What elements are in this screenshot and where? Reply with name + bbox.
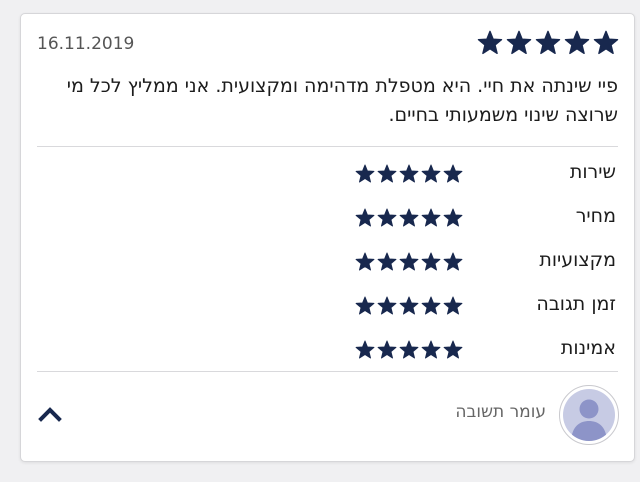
star-icon [355,208,375,228]
star-icon [506,30,532,56]
rating-label: זמן תגובה [536,293,616,315]
star-icon [421,252,441,272]
review-date: 16.11.2019 [37,34,135,54]
overall-rating-stars [477,30,619,56]
star-icon [399,164,419,184]
chevron-up-icon [35,402,65,428]
collapse-button[interactable] [35,402,65,428]
star-icon [443,340,463,360]
ratings-list: שירות מחיר מקצועיות זמן תגובה אמינות [37,152,618,372]
avatar-silhouette [563,389,615,441]
review-text: פיי שינתה את חיי. היא מטפלת מדהימה ומקצו… [66,75,618,126]
star-icon [377,340,397,360]
rating-label: שירות [569,161,616,183]
rating-stars [355,340,463,360]
rating-row: אמינות [37,328,618,372]
star-icon [421,296,441,316]
review-footer: עומר תשובה [21,372,634,460]
star-icon [593,30,619,56]
divider [37,146,618,147]
star-icon [355,252,375,272]
star-icon [421,164,441,184]
rating-stars [355,208,463,228]
rating-stars [355,164,463,184]
star-icon [421,340,441,360]
reply-label[interactable]: עומר תשובה [455,402,546,422]
star-icon [443,252,463,272]
rating-stars [355,252,463,272]
star-icon [443,296,463,316]
rating-row: מקצועיות [37,240,618,284]
rating-row: זמן תגובה [37,284,618,328]
star-icon [443,164,463,184]
rating-label: מחיר [575,205,616,227]
star-icon [399,340,419,360]
rating-row: שירות [37,152,618,196]
star-icon [477,30,503,56]
star-icon [399,252,419,272]
rating-stars [355,296,463,316]
star-icon [377,208,397,228]
star-icon [377,164,397,184]
user-avatar-icon [559,385,619,445]
rating-row: מחיר [37,196,618,240]
star-icon [535,30,561,56]
star-icon [399,296,419,316]
star-icon [355,296,375,316]
star-icon [355,340,375,360]
star-icon [377,252,397,272]
star-icon [399,208,419,228]
review-card: 16.11.2019 פיי שינתה את חיי. היא מטפלת מ… [20,13,635,462]
star-icon [355,164,375,184]
star-icon [377,296,397,316]
star-icon [564,30,590,56]
rating-label: מקצועיות [539,249,616,271]
star-icon [421,208,441,228]
star-icon [443,208,463,228]
rating-label: אמינות [560,337,616,359]
